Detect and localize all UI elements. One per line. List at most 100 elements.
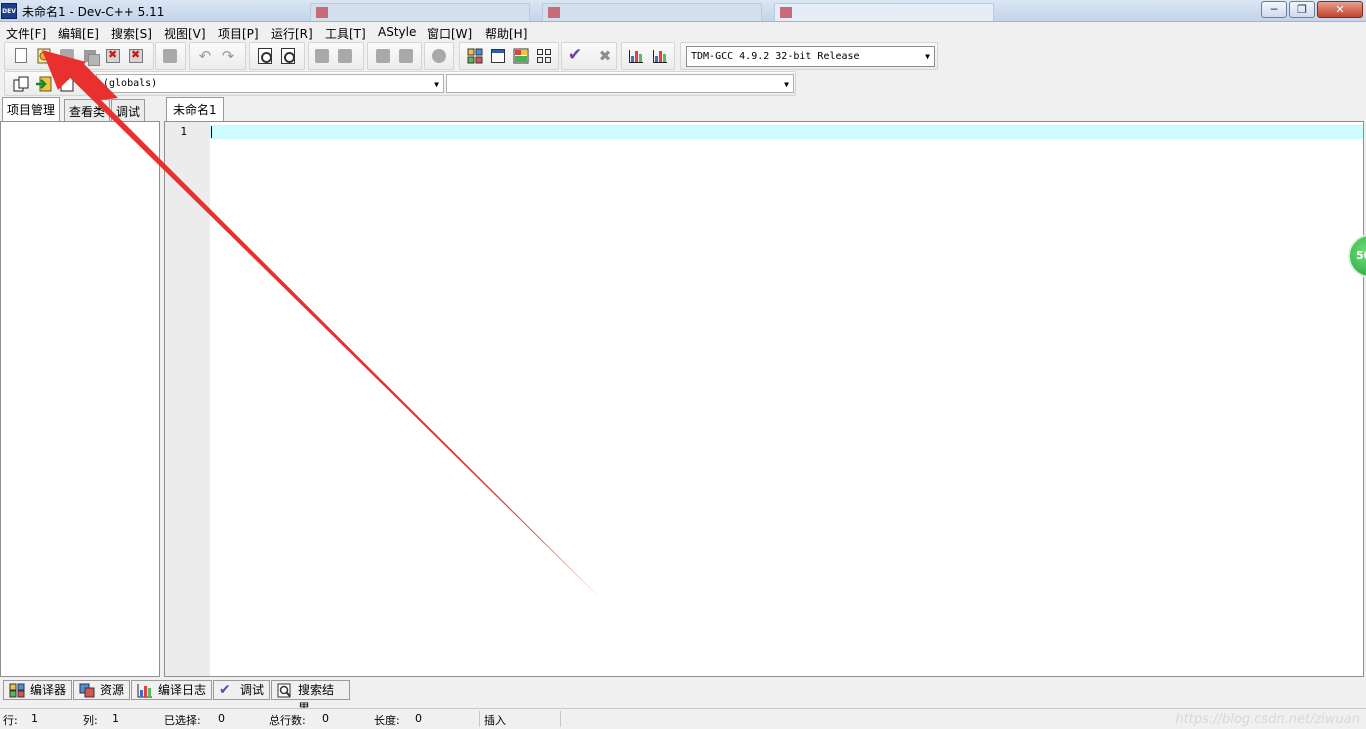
menu-view[interactable]: 视图[V] bbox=[164, 25, 206, 42]
fullscreen-button[interactable] bbox=[489, 47, 507, 65]
file-toolbar-group bbox=[4, 42, 154, 70]
tab-compiler[interactable]: 编译器 bbox=[3, 680, 72, 700]
class-nav-toolbar-group bbox=[4, 71, 88, 96]
tab-search-results[interactable]: 搜索结果 bbox=[271, 680, 350, 715]
comment-icon bbox=[432, 49, 446, 63]
status-separator bbox=[560, 711, 561, 727]
tab-label: 项目管理 bbox=[7, 103, 56, 117]
symbol-combo[interactable]: ▼ bbox=[446, 74, 794, 93]
tab-label: 资源 bbox=[100, 683, 125, 697]
unindent-icon bbox=[376, 49, 390, 63]
delete-profile-icon bbox=[653, 50, 667, 63]
page-icon bbox=[316, 7, 328, 18]
minimize-button[interactable]: ─ bbox=[1261, 1, 1287, 18]
menu-run[interactable]: 运行[R] bbox=[271, 25, 313, 42]
code-editor[interactable]: 1 bbox=[164, 121, 1364, 677]
menu-window[interactable]: 窗口[W] bbox=[427, 25, 472, 42]
print-button[interactable] bbox=[161, 47, 179, 65]
replace-button[interactable] bbox=[279, 47, 297, 65]
status-row-value: 1 bbox=[31, 712, 38, 725]
print-icon bbox=[163, 49, 177, 63]
title-bar: DEV 未命名1 - Dev-C++ 5.11 ─ ❐ ✕ bbox=[0, 0, 1366, 22]
chevron-down-icon: ▼ bbox=[784, 80, 789, 89]
close-all-button[interactable] bbox=[127, 47, 145, 65]
symbol-nav-toolbar-group: (globals) ▼ ▼ bbox=[91, 71, 796, 96]
compiler-select-value: TDM-GCC 4.9.2 32-bit Release bbox=[691, 51, 860, 62]
new-file-icon bbox=[15, 48, 27, 63]
tile-windows-button[interactable] bbox=[535, 47, 553, 65]
save-all-button[interactable] bbox=[81, 47, 100, 66]
save-all-icon bbox=[84, 50, 100, 66]
resources-icon bbox=[79, 683, 95, 698]
document-icon bbox=[60, 75, 74, 92]
close-button[interactable]: ✕ bbox=[1317, 1, 1363, 18]
current-line-highlight bbox=[210, 125, 1363, 139]
menu-project[interactable]: 项目[P] bbox=[218, 25, 259, 42]
open-file-icon bbox=[37, 48, 51, 64]
tab-compile-log[interactable]: 编译日志 bbox=[131, 680, 212, 700]
status-length-value: 0 bbox=[415, 712, 422, 725]
tab-debug-output[interactable]: ✔ 调试 bbox=[213, 680, 270, 700]
save-button[interactable] bbox=[58, 47, 76, 65]
tab-resources[interactable]: 资源 bbox=[73, 680, 130, 700]
goto-declaration-button[interactable] bbox=[35, 75, 53, 93]
goto-bookmark-button[interactable] bbox=[336, 47, 354, 65]
watermark-text: https://blog.csdn.net/ziwuan bbox=[1175, 712, 1360, 727]
insert-icon bbox=[13, 76, 29, 92]
syntax-check-button[interactable]: ✔ bbox=[566, 45, 584, 65]
comment-button[interactable] bbox=[430, 47, 448, 65]
scope-combo[interactable]: (globals) ▼ bbox=[96, 74, 444, 93]
tab-class-browser[interactable]: 查看类 bbox=[64, 99, 111, 121]
editor-tab-untitled[interactable]: 未命名1 bbox=[166, 97, 224, 121]
close-file-icon bbox=[106, 48, 120, 63]
scope-combo-value: (globals) bbox=[103, 78, 158, 89]
new-file-button[interactable] bbox=[12, 47, 30, 65]
tab-label: 编译器 bbox=[30, 683, 67, 697]
unindent-button[interactable] bbox=[374, 47, 392, 65]
project-manager-toggle-button[interactable] bbox=[466, 47, 484, 65]
find-button[interactable] bbox=[256, 47, 274, 65]
close-file-button[interactable] bbox=[104, 47, 122, 65]
menu-tools[interactable]: 工具[T] bbox=[325, 25, 366, 42]
insert-button[interactable] bbox=[12, 75, 30, 93]
delete-profile-button[interactable] bbox=[651, 47, 669, 65]
print-toolbar-group bbox=[155, 42, 186, 70]
undo-button[interactable]: ↶ bbox=[196, 47, 214, 65]
open-file-button[interactable] bbox=[35, 47, 53, 65]
stop-icon: ✖ bbox=[598, 47, 612, 65]
status-separator bbox=[479, 711, 480, 727]
layout-icon bbox=[513, 48, 529, 64]
status-bar: 行: 1 列: 1 已选择: 0 总行数: 0 长度: 0 插入 https:/… bbox=[0, 708, 1366, 729]
status-total-lines-label: 总行数: bbox=[269, 714, 306, 727]
toggle-bookmark-button[interactable] bbox=[313, 47, 331, 65]
goto-definition-button[interactable] bbox=[58, 75, 76, 93]
indent-toolbar-group bbox=[367, 42, 422, 70]
search-icon bbox=[277, 683, 291, 698]
redo-button[interactable]: ↷ bbox=[219, 47, 237, 65]
text-caret bbox=[211, 126, 212, 138]
menu-help[interactable]: 帮助[H] bbox=[485, 25, 527, 42]
bottom-panel-tabs: 编译器 资源 编译日志 ✔ 调试 搜索结果 bbox=[0, 679, 1366, 715]
project-tree-panel[interactable] bbox=[0, 121, 160, 677]
maximize-button[interactable]: ❐ bbox=[1289, 1, 1315, 18]
background-taskbar-tab bbox=[310, 3, 530, 21]
stop-execution-button[interactable]: ✖ bbox=[596, 47, 614, 65]
compiler-select[interactable]: TDM-GCC 4.9.2 32-bit Release ▼ bbox=[686, 46, 935, 67]
devcpp-app-icon: DEV bbox=[1, 3, 17, 19]
bar-chart-icon bbox=[137, 684, 152, 698]
menu-file[interactable]: 文件[F] bbox=[6, 25, 46, 42]
chevron-down-icon: ▼ bbox=[925, 52, 930, 61]
statusbar-toggle-button[interactable] bbox=[512, 47, 530, 65]
project-view-icon bbox=[467, 48, 483, 64]
tab-project-manager[interactable]: 项目管理 bbox=[2, 97, 61, 121]
indent-button[interactable] bbox=[397, 47, 415, 65]
chevron-down-icon: ▼ bbox=[434, 80, 439, 89]
tab-debug[interactable]: 调试 bbox=[111, 99, 146, 121]
left-panel-tabs: 项目管理 查看类 调试 bbox=[0, 97, 160, 121]
bookmark-icon bbox=[315, 49, 329, 63]
menu-astyle[interactable]: AStyle bbox=[378, 25, 416, 39]
menu-edit[interactable]: 编辑[E] bbox=[58, 25, 99, 42]
arrow-right-icon bbox=[36, 76, 52, 92]
menu-search[interactable]: 搜索[S] bbox=[111, 25, 152, 42]
profile-button[interactable] bbox=[627, 47, 645, 65]
